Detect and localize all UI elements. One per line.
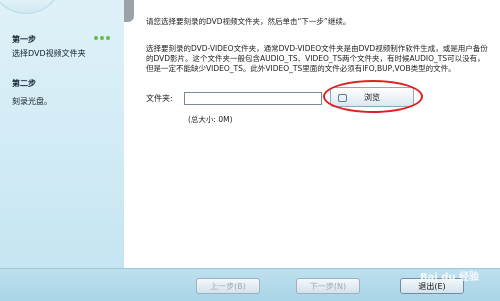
app-logo — [0, 0, 62, 14]
next-button[interactable]: 下一步(N) — [296, 278, 360, 294]
main-panel: 请您选择要刻录的DVD视频文件夹，然后单击“下一步”继续。 选择要刻录的DVD-… — [124, 0, 500, 268]
folder-path-input[interactable] — [184, 92, 322, 105]
folder-label: 文件夹: — [146, 94, 173, 103]
camera-graphic — [124, 0, 134, 22]
step-1-title: 第一步 — [12, 35, 36, 44]
step-1-description: 选择DVD视频文件夹 — [12, 49, 86, 58]
baidu-watermark: Bai du 经验 — [420, 272, 480, 283]
step-sidebar: 第一步 选择DVD视频文件夹 第二步 刻录光盘。 — [0, 0, 124, 300]
prev-button[interactable]: 上一步(B) — [196, 278, 260, 294]
total-size-text: (总大小: 0M) — [188, 115, 233, 124]
red-highlight-circle — [323, 80, 423, 113]
step-2-title: 第二步 — [12, 79, 36, 88]
current-step-indicator — [94, 36, 110, 40]
step-2-description: 刻录光盘。 — [12, 97, 52, 106]
instruction-text: 请您选择要刻录的DVD视频文件夹，然后单击“下一步”继续。 — [146, 17, 351, 26]
folder-description: 选择要刻录的DVD-VIDEO文件夹，通常DVD-VIDEO文件夹是由DVD视频… — [146, 44, 488, 73]
